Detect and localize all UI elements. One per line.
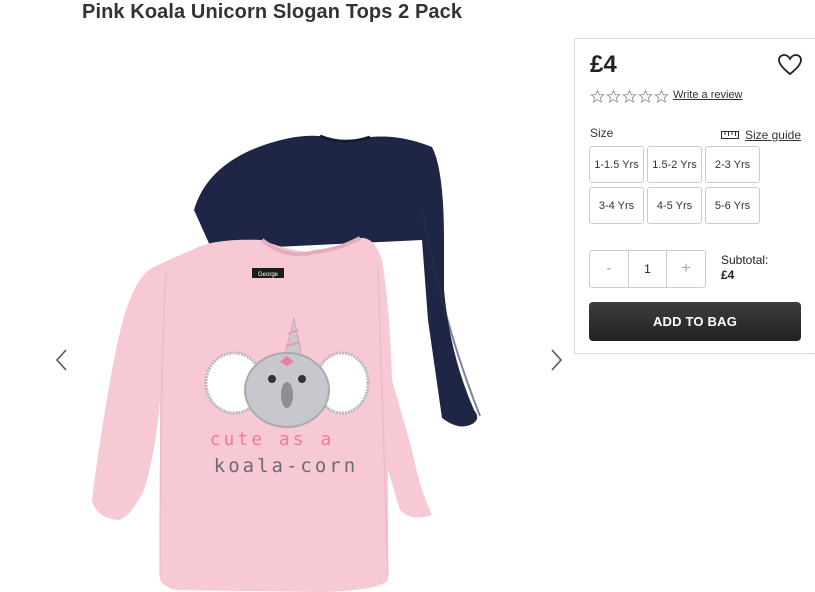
- purchase-panel: £4 Write a review Size Size guide 1-1.5 …: [574, 38, 815, 354]
- star-icon: [638, 89, 653, 104]
- print-line-1: cute as a: [210, 429, 335, 450]
- size-option-5-6[interactable]: 5-6 Yrs: [705, 187, 760, 224]
- subtotal-label: Subtotal:: [721, 253, 769, 267]
- add-to-bag-button[interactable]: ADD TO BAG: [589, 302, 801, 341]
- print-line-2: koala-corn: [214, 455, 358, 477]
- heart-icon: [778, 54, 802, 76]
- quantity-decrease-button[interactable]: -: [590, 251, 628, 287]
- write-review-link[interactable]: Write a review: [673, 89, 742, 101]
- quantity-stepper: - 1 +: [589, 250, 706, 288]
- star-icon: [622, 89, 637, 104]
- size-options: 1-1.5 Yrs 1.5-2 Yrs 2-3 Yrs 3-4 Yrs 4-5 …: [589, 146, 760, 224]
- ruler-icon: [720, 131, 739, 139]
- star-icon: [654, 89, 669, 104]
- wishlist-button[interactable]: [777, 53, 803, 77]
- quantity-input[interactable]: 1: [628, 251, 667, 287]
- star-icon: [590, 89, 605, 104]
- size-label: Size: [590, 126, 614, 140]
- size-option-1.5-2[interactable]: 1.5-2 Yrs: [647, 146, 702, 183]
- size-option-2-3[interactable]: 2-3 Yrs: [705, 146, 760, 183]
- size-option-4-5[interactable]: 4-5 Yrs: [647, 187, 702, 224]
- gallery-prev-button[interactable]: [50, 345, 74, 375]
- subtotal: Subtotal: £4: [721, 253, 768, 283]
- star-icon: [606, 89, 621, 104]
- rating-stars: [590, 89, 669, 104]
- product-title: Pink Koala Unicorn Slogan Tops 2 Pack: [82, 1, 463, 23]
- price: £4: [590, 51, 617, 78]
- pink-top: George cute as a koala-corn: [92, 236, 432, 592]
- subtotal-value: £4: [721, 268, 735, 282]
- svg-text:George: George: [258, 272, 279, 278]
- size-option-1-1.5[interactable]: 1-1.5 Yrs: [589, 146, 644, 183]
- quantity-increase-button[interactable]: +: [667, 251, 705, 287]
- size-option-3-4[interactable]: 3-4 Yrs: [589, 187, 644, 224]
- chevron-left-icon: [55, 349, 67, 371]
- size-guide-label: Size guide: [744, 128, 801, 142]
- product-image: George cute as a koala-corn: [82, 120, 552, 592]
- size-guide-link[interactable]: Size guide: [720, 128, 801, 142]
